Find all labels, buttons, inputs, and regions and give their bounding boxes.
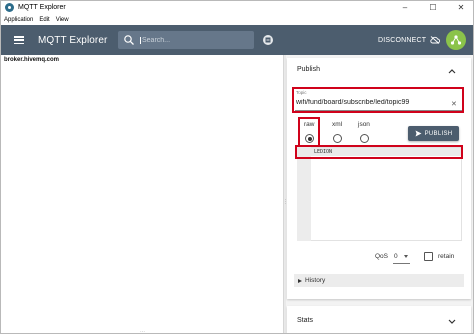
window-title: MQTT Explorer — [18, 4, 66, 11]
topic-tree-pane[interactable]: broker.hivemq.com — [1, 55, 284, 333]
app-title: MQTT Explorer — [38, 34, 108, 46]
app-window: MQTT Explorer – ☐ ✕ Application Edit Vie… — [0, 0, 474, 334]
topic-highlight-box — [292, 87, 464, 113]
app-logo-icon — [5, 3, 14, 12]
payload-highlight-box — [295, 145, 463, 159]
clear-filter-icon[interactable] — [263, 35, 273, 45]
search-box[interactable] — [118, 31, 254, 49]
history-toggle[interactable]: History — [294, 274, 464, 287]
format-label-json: json — [358, 121, 370, 128]
qos-dropdown-icon[interactable] — [404, 255, 408, 258]
hamburger-menu-icon[interactable] — [14, 36, 24, 44]
avatar[interactable] — [446, 30, 466, 50]
menu-application[interactable]: Application — [4, 17, 33, 23]
search-icon — [124, 35, 134, 45]
minimize-button[interactable]: – — [391, 1, 419, 14]
payload-editor[interactable] — [297, 147, 462, 241]
broker-node[interactable]: broker.hivemq.com — [4, 57, 59, 63]
format-radio-json[interactable] — [360, 134, 369, 143]
search-input[interactable] — [140, 36, 250, 44]
send-icon — [415, 130, 422, 137]
chevron-down-icon[interactable] — [448, 319, 456, 325]
format-radio-xml[interactable] — [333, 134, 342, 143]
history-label: History — [305, 277, 326, 284]
expand-arrow-icon — [298, 278, 302, 283]
network-icon — [450, 35, 462, 45]
publish-button-label: PUBLISH — [424, 130, 453, 137]
qos-select[interactable]: 0 — [394, 253, 398, 260]
disconnect-button[interactable]: DISCONNECT — [378, 25, 441, 55]
editor-gutter — [297, 147, 311, 241]
window-controls: – ☐ ✕ — [391, 1, 473, 14]
publish-header[interactable]: Publish — [297, 66, 320, 73]
menu-edit[interactable]: Edit — [39, 17, 49, 23]
close-button[interactable]: ✕ — [447, 1, 473, 14]
bottom-resize-handle-icon[interactable]: ⋯ — [140, 329, 145, 333]
stats-header[interactable]: Stats — [297, 317, 313, 324]
disconnect-label: DISCONNECT — [378, 36, 427, 44]
stats-panel — [287, 306, 471, 333]
title-bar: MQTT Explorer – ☐ ✕ — [1, 1, 473, 14]
menu-bar: Application Edit View — [1, 14, 473, 25]
retain-checkbox[interactable] — [424, 252, 433, 261]
chevron-up-icon[interactable] — [448, 68, 456, 74]
publish-button[interactable]: PUBLISH — [408, 126, 459, 141]
format-label-xml: xml — [332, 121, 343, 128]
qos-label: QoS — [375, 253, 389, 260]
menu-view[interactable]: View — [56, 17, 69, 23]
qos-underline — [393, 263, 410, 264]
retain-label: retain — [438, 253, 455, 260]
cloud-off-icon — [430, 36, 441, 44]
maximize-button[interactable]: ☐ — [419, 1, 447, 14]
